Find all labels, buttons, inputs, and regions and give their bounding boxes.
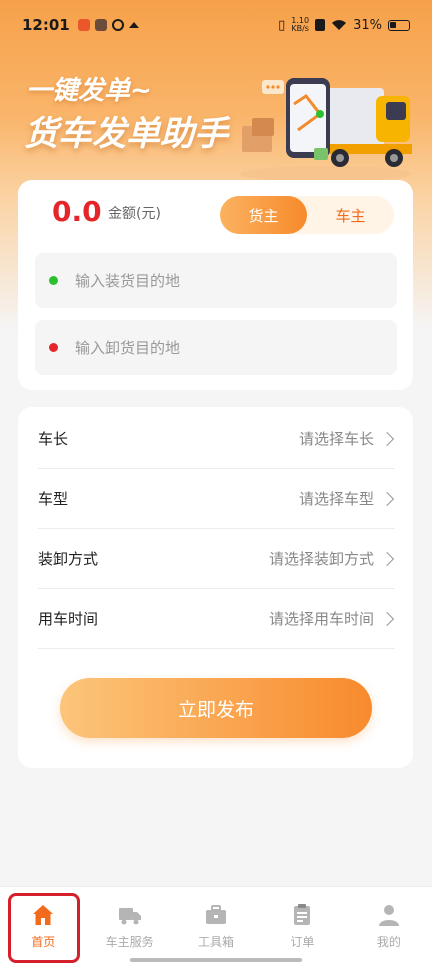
tab-label: 车主服务 bbox=[105, 935, 154, 949]
hero-slogan-big: 货车发单助手 bbox=[24, 114, 228, 154]
option-label: 车长 bbox=[38, 430, 69, 448]
home-tab-highlight-box bbox=[8, 893, 80, 963]
truck-illustration-icon bbox=[240, 78, 412, 182]
hero-slogan-small: 一键发单~ bbox=[26, 76, 152, 106]
role-toggle: 货主 车主 bbox=[220, 196, 394, 234]
gesture-home-indicator bbox=[130, 958, 302, 962]
option-row-truck-type[interactable]: 车型 请选择车型 bbox=[38, 469, 395, 529]
tab-label: 工具箱 bbox=[198, 935, 235, 949]
toolbox-icon bbox=[206, 905, 227, 924]
crown-notification-icon bbox=[128, 22, 139, 28]
option-value: 请选择车长 bbox=[298, 430, 374, 448]
sync-notification-icon bbox=[111, 19, 124, 31]
load-green-dot-icon bbox=[49, 276, 58, 285]
tab-toolbox[interactable]: 工具箱 bbox=[173, 887, 259, 964]
load-address-field[interactable] bbox=[35, 253, 397, 308]
chevron-right-icon bbox=[379, 611, 395, 626]
option-value: 请选择装卸方式 bbox=[268, 550, 374, 568]
vibrate-icon: ▯ bbox=[278, 17, 286, 33]
option-row-truck-length[interactable]: 车长 请选择车长 bbox=[38, 409, 395, 469]
net-speed-unit: KB/s bbox=[291, 24, 309, 33]
app-notification-icon bbox=[77, 19, 90, 31]
option-label: 车型 bbox=[38, 490, 69, 508]
amount-label: 金额(元) bbox=[108, 206, 161, 222]
chevron-right-icon bbox=[379, 431, 395, 446]
option-label: 装卸方式 bbox=[38, 550, 99, 568]
user-icon bbox=[378, 905, 399, 926]
chevron-right-icon bbox=[379, 551, 395, 566]
option-label: 用车时间 bbox=[38, 610, 99, 628]
status-time: 12:01 bbox=[22, 16, 70, 34]
tab-mine[interactable]: 我的 bbox=[346, 887, 432, 964]
unload-address-input[interactable] bbox=[75, 338, 355, 357]
option-value: 请选择车型 bbox=[298, 490, 374, 508]
amount-value: 0.0 bbox=[52, 195, 102, 228]
no-sim-icon bbox=[315, 19, 326, 31]
role-driver-button[interactable]: 车主 bbox=[307, 196, 394, 234]
option-value: 请选择用车时间 bbox=[268, 610, 374, 628]
battery-percent: 31% bbox=[353, 17, 382, 33]
option-row-use-time[interactable]: 用车时间 请选择用车时间 bbox=[38, 589, 395, 649]
net-speed: 1.10 KB/s bbox=[291, 17, 309, 33]
unload-red-dot-icon bbox=[49, 343, 58, 352]
tab-orders[interactable]: 订单 bbox=[259, 887, 345, 964]
tab-label: 我的 bbox=[376, 935, 401, 949]
wifi-icon bbox=[332, 20, 347, 30]
status-bar: 12:01 ▯ 1.10 KB/s 31% bbox=[0, 0, 432, 50]
publish-button[interactable]: 立即发布 bbox=[60, 678, 372, 738]
clipboard-icon bbox=[294, 904, 311, 925]
calendar-notification-icon bbox=[94, 19, 107, 31]
tab-label: 订单 bbox=[290, 935, 315, 949]
role-shipper-button[interactable]: 货主 bbox=[220, 196, 307, 234]
option-row-loading-method[interactable]: 装卸方式 请选择装卸方式 bbox=[38, 529, 395, 589]
truck-icon bbox=[118, 908, 141, 925]
chevron-right-icon bbox=[379, 491, 395, 506]
unload-address-field[interactable] bbox=[35, 320, 397, 375]
tab-driver-service[interactable]: 车主服务 bbox=[86, 887, 172, 964]
load-address-input[interactable] bbox=[75, 271, 355, 290]
status-indicators: ▯ 1.10 KB/s 31% bbox=[278, 17, 410, 33]
battery-icon bbox=[388, 19, 410, 31]
